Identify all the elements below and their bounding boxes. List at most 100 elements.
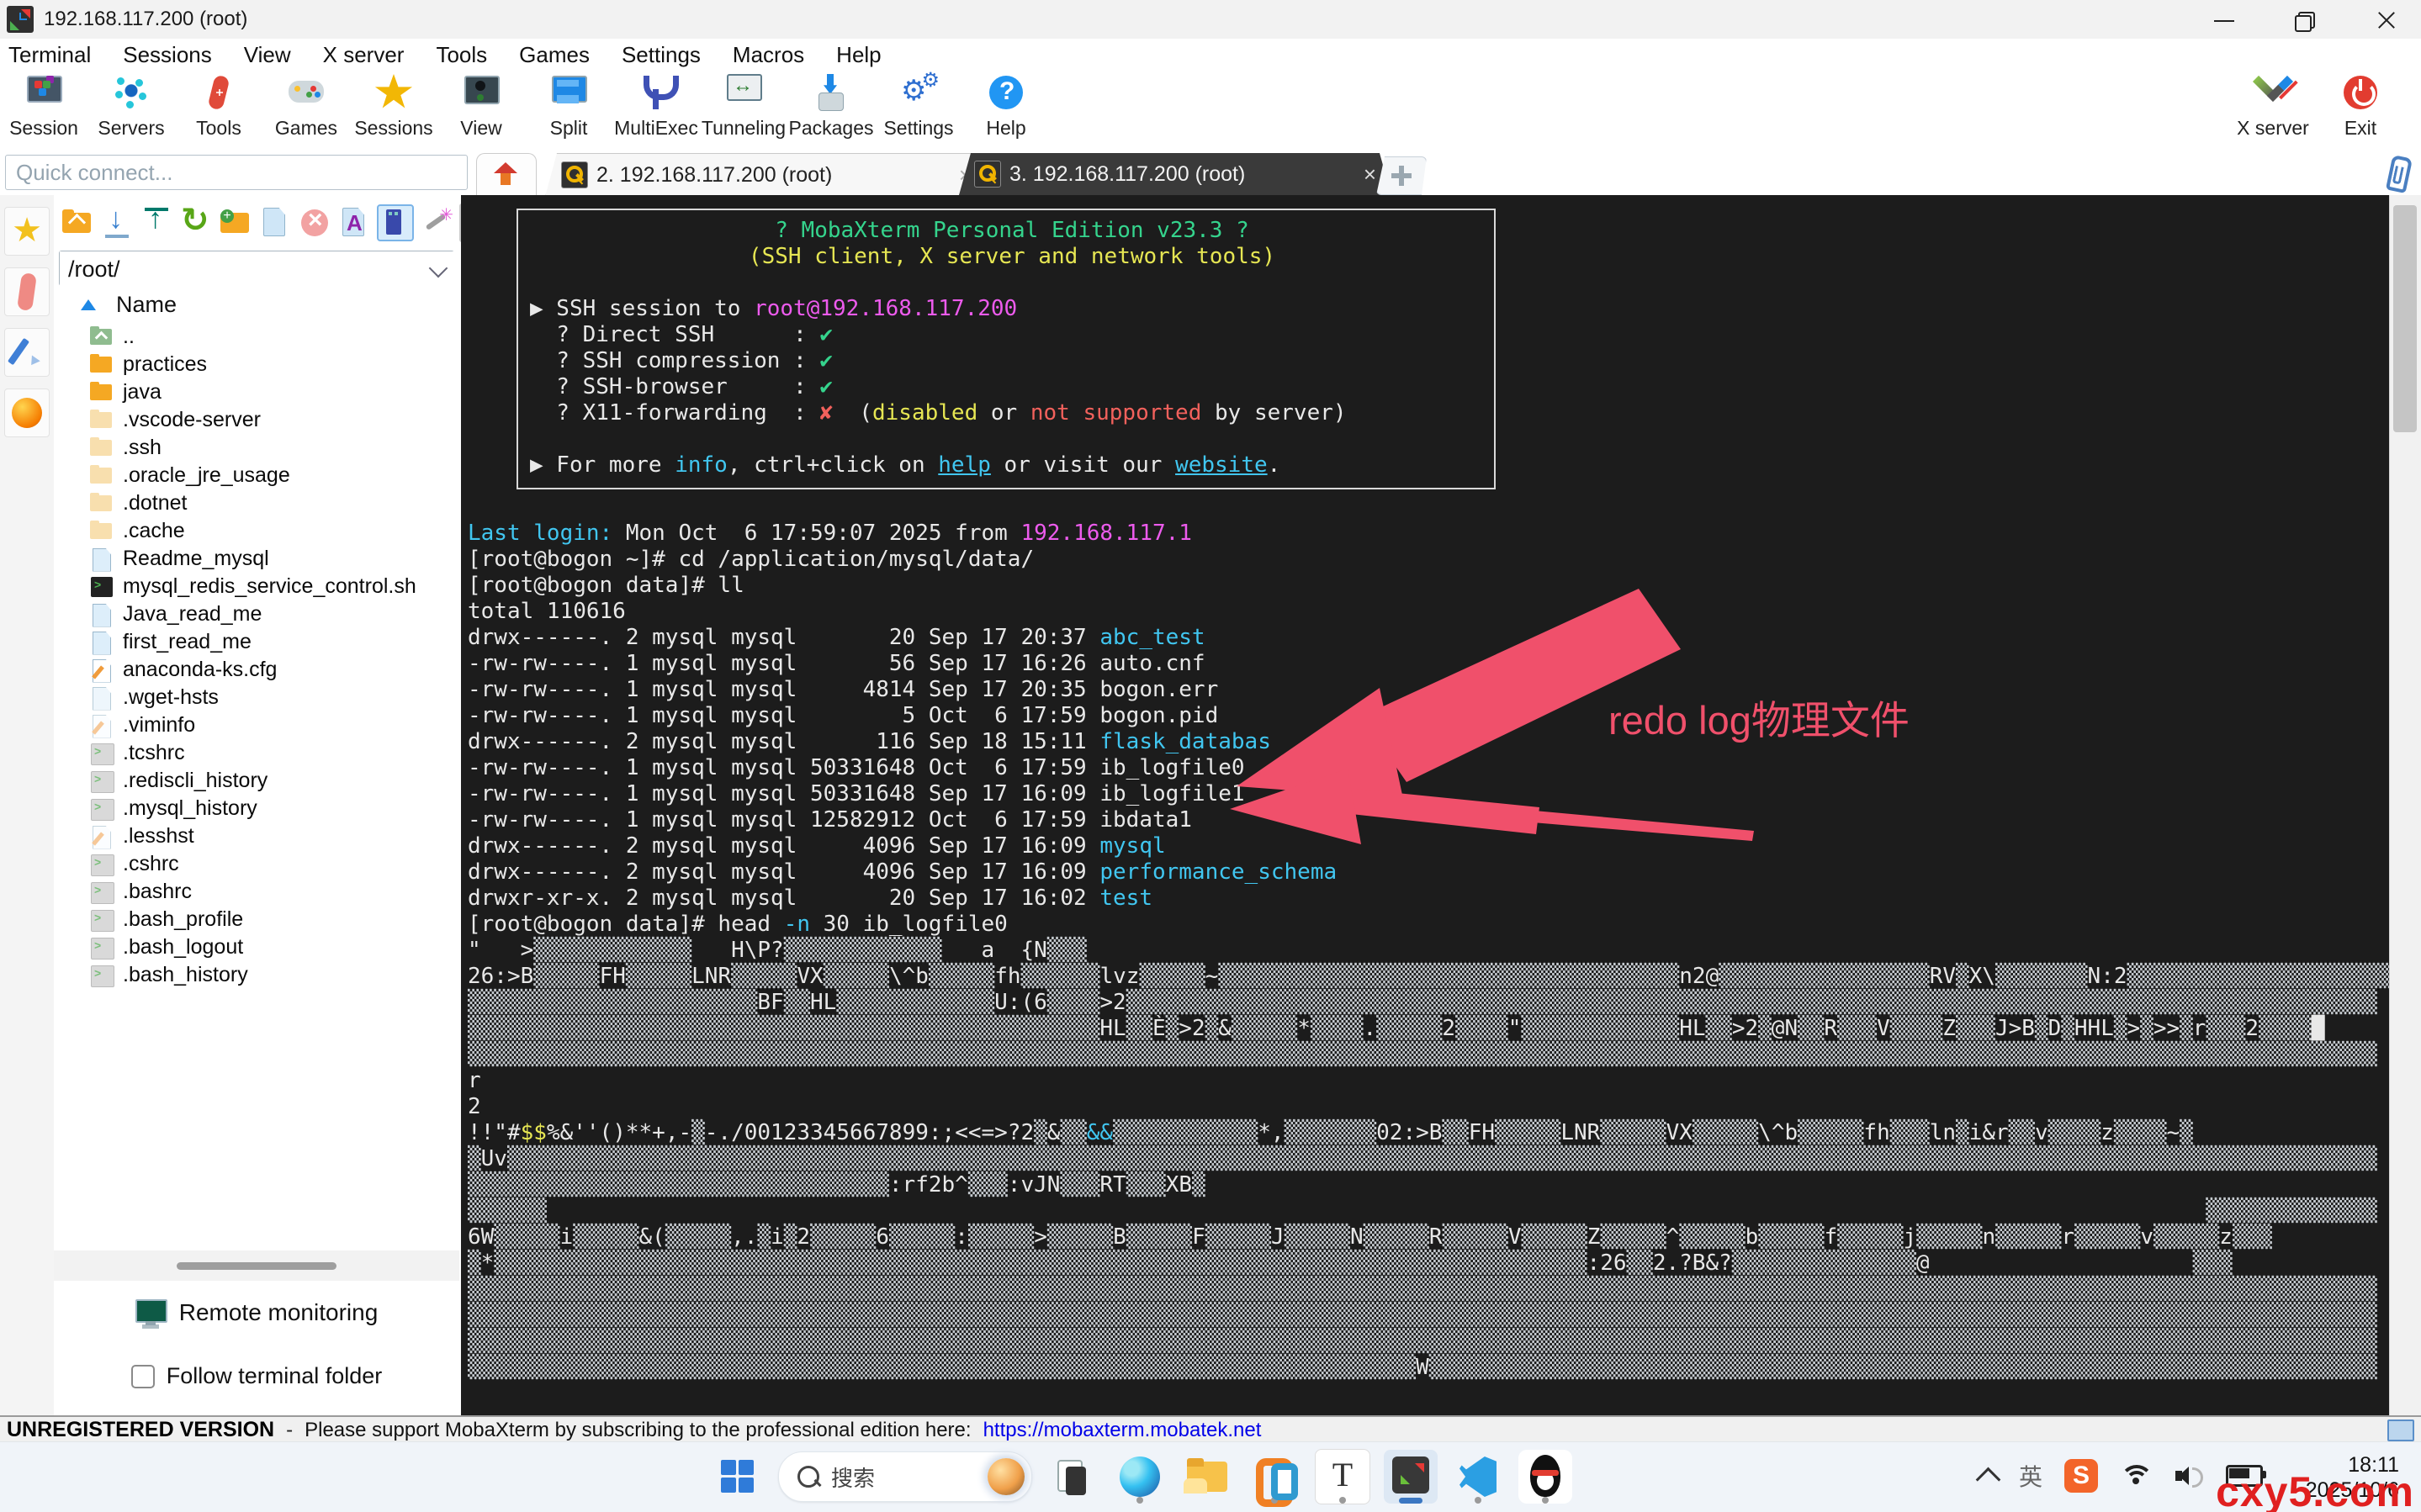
- quick-connect-input[interactable]: [5, 155, 468, 190]
- toolbar-packages-button[interactable]: Packages: [787, 71, 875, 140]
- home-tab-button[interactable]: [476, 153, 537, 196]
- sidebar-splitter[interactable]: [54, 1250, 459, 1281]
- list-item[interactable]: mysql_redis_service_control.sh: [54, 573, 459, 600]
- list-item[interactable]: Java_read_me: [54, 600, 459, 628]
- menu-item-settings[interactable]: Settings: [622, 42, 701, 68]
- folder-up-icon[interactable]: [61, 206, 94, 240]
- remote-monitoring-button[interactable]: Remote monitoring: [54, 1299, 459, 1326]
- toolbar-view-button[interactable]: View: [437, 71, 525, 140]
- sogou-input-icon[interactable]: S: [2064, 1459, 2098, 1493]
- menu-item-tools[interactable]: Tools: [436, 42, 487, 68]
- script-file-icon: [89, 576, 114, 598]
- attachment-icon[interactable]: [2386, 155, 2413, 193]
- delete-icon[interactable]: [298, 206, 331, 240]
- list-item[interactable]: ..: [54, 323, 459, 351]
- window-title: 192.168.117.200 (root): [44, 8, 247, 31]
- list-item[interactable]: .bash_history: [54, 961, 459, 989]
- toolbar-session-button[interactable]: Session: [0, 71, 87, 140]
- toolbar-help-button[interactable]: Help: [962, 71, 1050, 140]
- list-item[interactable]: .dotnet: [54, 489, 459, 517]
- list-item[interactable]: first_read_me: [54, 628, 459, 656]
- tools-knife-icon[interactable]: [4, 267, 50, 316]
- path-dropdown[interactable]: [59, 251, 454, 286]
- scrollbar-thumb[interactable]: [2393, 205, 2417, 432]
- menu-item-games[interactable]: Games: [519, 42, 590, 68]
- list-item[interactable]: .cshrc: [54, 850, 459, 878]
- search-highlight-moon-image[interactable]: [988, 1458, 1025, 1495]
- list-item[interactable]: .wget-hsts: [54, 684, 459, 711]
- list-item[interactable]: .mysql_history: [54, 795, 459, 822]
- ime-indicator[interactable]: 英: [2019, 1459, 2042, 1493]
- link-app-icon[interactable]: [1248, 1450, 1301, 1504]
- close-button[interactable]: [2372, 7, 2401, 32]
- new-file-icon[interactable]: [258, 206, 292, 240]
- toolbar-split-button[interactable]: Split: [525, 71, 612, 140]
- list-item[interactable]: .oracle_jre_usage: [54, 462, 459, 489]
- menu-item-macros[interactable]: Macros: [733, 42, 804, 68]
- terminal-follow-icon[interactable]: [377, 204, 414, 241]
- start-button[interactable]: [711, 1450, 765, 1504]
- toolbar-multiexec-button[interactable]: MultiExec: [612, 71, 700, 140]
- list-item[interactable]: anaconda-ks.cfg: [54, 656, 459, 684]
- menu-item-help[interactable]: Help: [836, 42, 881, 68]
- edge-browser-icon[interactable]: [1113, 1450, 1167, 1504]
- menu-item-view[interactable]: View: [244, 42, 291, 68]
- upload-icon[interactable]: [140, 206, 173, 240]
- tab-session-2[interactable]: 2. 192.168.117.200 (root) ×: [545, 153, 988, 197]
- tray-expand-icon[interactable]: [1976, 1467, 2001, 1492]
- editor-pen-icon[interactable]: [4, 328, 50, 377]
- list-item[interactable]: .rediscli_history: [54, 767, 459, 795]
- typora-icon[interactable]: T: [1315, 1449, 1370, 1504]
- qq-icon[interactable]: [1518, 1450, 1572, 1504]
- list-item[interactable]: .viminfo: [54, 711, 459, 739]
- list-item[interactable]: .bash_profile: [54, 906, 459, 933]
- task-view-button[interactable]: [1046, 1450, 1099, 1504]
- mobatek-link[interactable]: https://mobaxterm.mobatek.net: [983, 1419, 1262, 1442]
- toolbar-settings-button[interactable]: Settings: [875, 71, 962, 140]
- minimize-button[interactable]: [2211, 7, 2239, 32]
- list-item[interactable]: .ssh: [54, 434, 459, 462]
- path-input[interactable]: [60, 251, 464, 287]
- list-item[interactable]: .lesshst: [54, 822, 459, 850]
- tab-close-icon[interactable]: ×: [1343, 161, 1376, 188]
- menu-item-sessions[interactable]: Sessions: [123, 42, 212, 68]
- toolbar-games-button[interactable]: Games: [262, 71, 350, 140]
- maximize-button[interactable]: [2291, 7, 2320, 32]
- new-folder-icon[interactable]: [219, 206, 252, 240]
- toolbar-exit-button[interactable]: Exit: [2317, 71, 2404, 140]
- list-item[interactable]: .vscode-server: [54, 406, 459, 434]
- list-item[interactable]: java: [54, 378, 459, 406]
- toolbar-x-server-button[interactable]: X server: [2229, 71, 2317, 140]
- servers-icon: [112, 74, 151, 111]
- list-item[interactable]: .bashrc: [54, 878, 459, 906]
- list-item[interactable]: .bash_logout: [54, 933, 459, 961]
- download-icon[interactable]: [100, 206, 134, 240]
- name-column-header[interactable]: Name: [59, 289, 453, 320]
- taskbar-search[interactable]: 搜索: [778, 1451, 1032, 1502]
- toolbar-tools-button[interactable]: Tools: [175, 71, 262, 140]
- toolbar-sessions-button[interactable]: Sessions: [350, 71, 437, 140]
- file-explorer-icon[interactable]: [1180, 1450, 1234, 1504]
- wifi-icon[interactable]: [2120, 1463, 2153, 1488]
- toolbar-tunneling-button[interactable]: Tunneling: [700, 71, 787, 140]
- follow-terminal-folder-checkbox[interactable]: [131, 1365, 155, 1388]
- vscode-icon[interactable]: [1451, 1450, 1505, 1504]
- toolbar-servers-button[interactable]: Servers: [87, 71, 175, 140]
- list-item[interactable]: Readme_mysql: [54, 545, 459, 573]
- speaker-icon[interactable]: [2175, 1464, 2204, 1488]
- list-item[interactable]: .tcshrc: [54, 739, 459, 767]
- web-globe-icon[interactable]: [4, 389, 50, 437]
- magic-wand-icon[interactable]: [420, 206, 453, 240]
- tab-session-3[interactable]: 3. 192.168.117.200 (root) ×: [959, 153, 1391, 195]
- new-tab-button[interactable]: [1376, 156, 1427, 195]
- list-item[interactable]: practices: [54, 351, 459, 378]
- rename-icon[interactable]: [337, 206, 371, 240]
- favorites-star-icon[interactable]: ★: [4, 207, 50, 256]
- mobaxterm-taskbar-icon[interactable]: [1384, 1450, 1438, 1504]
- terminal-pane[interactable]: ? MobaXterm Personal Edition v23.3 ?(SSH…: [461, 195, 2389, 1415]
- menu-item-terminal[interactable]: Terminal: [8, 42, 91, 68]
- terminal-scrollbar[interactable]: [2389, 195, 2421, 1415]
- menu-item-x-server[interactable]: X server: [323, 42, 405, 68]
- list-item[interactable]: .cache: [54, 517, 459, 545]
- refresh-icon[interactable]: [179, 206, 213, 240]
